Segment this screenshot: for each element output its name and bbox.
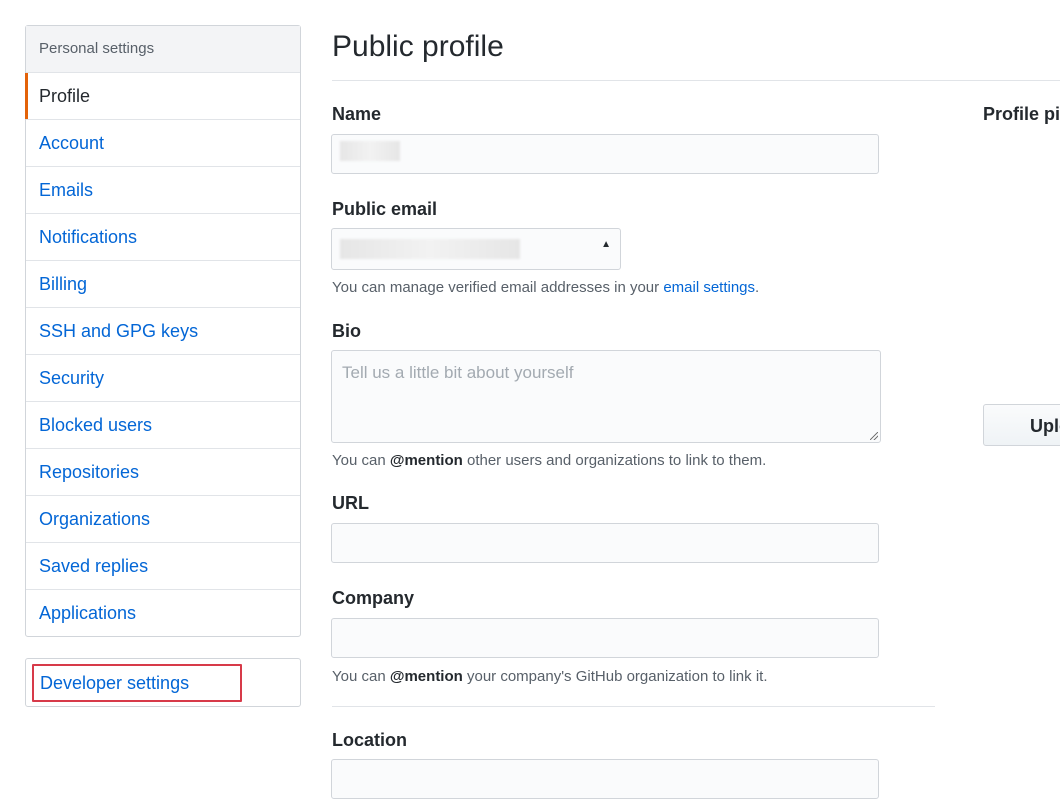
sidebar-item-blocked-users[interactable]: Blocked users <box>26 402 300 449</box>
company-label: Company <box>332 588 415 608</box>
sidebar-item-profile[interactable]: Profile <box>25 73 300 120</box>
redacted-name <box>340 141 400 161</box>
bio-note: You can @mention other users and organiz… <box>332 452 766 469</box>
sidebar-item-notifications[interactable]: Notifications <box>26 214 300 261</box>
sidebar-item-billing[interactable]: Billing <box>26 261 300 308</box>
name-input[interactable] <box>331 134 879 174</box>
email-settings-link[interactable]: email settings <box>663 279 755 296</box>
public-email-label: Public email <box>332 199 438 219</box>
company-note-suffix: your company's GitHub organization to li… <box>462 668 768 685</box>
sidebar-item-saved-replies[interactable]: Saved replies <box>26 543 300 590</box>
sidebar-item-account[interactable]: Account <box>26 120 300 167</box>
url-label: URL <box>332 493 369 513</box>
upload-photo-button[interactable]: Uplo <box>983 404 1060 446</box>
bio-note-prefix: You can <box>332 452 390 469</box>
sidebar-header: Personal settings <box>26 26 300 73</box>
public-email-note: You can manage verified email addresses … <box>332 279 759 296</box>
sidebar-item-security[interactable]: Security <box>26 355 300 402</box>
bio-placeholder: Tell us a little bit about yourself <box>342 363 574 382</box>
settings-sidebar: Personal settings Profile Account Emails… <box>25 25 301 637</box>
location-label: Location <box>332 730 407 750</box>
public-email-note-text: You can manage verified email addresses … <box>332 279 664 296</box>
select-arrow-icon: ▲ <box>601 239 611 250</box>
url-input[interactable] <box>331 523 879 563</box>
developer-settings-link[interactable]: Developer settings <box>32 664 242 702</box>
name-label: Name <box>332 104 382 124</box>
public-email-note-suffix: . <box>755 279 760 296</box>
sidebar-item-applications[interactable]: Applications <box>26 590 300 636</box>
bio-note-mention: @mention <box>389 452 463 469</box>
sidebar-item-organizations[interactable]: Organizations <box>26 496 300 543</box>
sidebar-item-repositories[interactable]: Repositories <box>26 449 300 496</box>
sidebar-item-ssh-gpg-keys[interactable]: SSH and GPG keys <box>26 308 300 355</box>
developer-settings-box: Developer settings <box>25 658 301 707</box>
bio-label: Bio <box>332 321 361 341</box>
company-input[interactable] <box>331 618 879 658</box>
company-note-prefix: You can <box>332 668 390 685</box>
profile-picture-label: Profile pic <box>983 104 1060 124</box>
page-title: Public profile <box>332 30 504 63</box>
title-divider <box>332 80 1060 81</box>
company-note-mention: @mention <box>389 668 463 685</box>
public-email-select[interactable]: ▲ <box>331 228 621 270</box>
location-input[interactable] <box>331 759 879 799</box>
bio-note-suffix: other users and organizations to link to… <box>462 452 767 469</box>
bio-textarea[interactable]: Tell us a little bit about yourself <box>331 350 881 443</box>
section-divider <box>332 706 935 707</box>
redacted-email <box>340 239 520 259</box>
company-note: You can @mention your company's GitHub o… <box>332 668 768 685</box>
resize-grip-icon[interactable] <box>870 432 878 440</box>
sidebar-item-emails[interactable]: Emails <box>26 167 300 214</box>
